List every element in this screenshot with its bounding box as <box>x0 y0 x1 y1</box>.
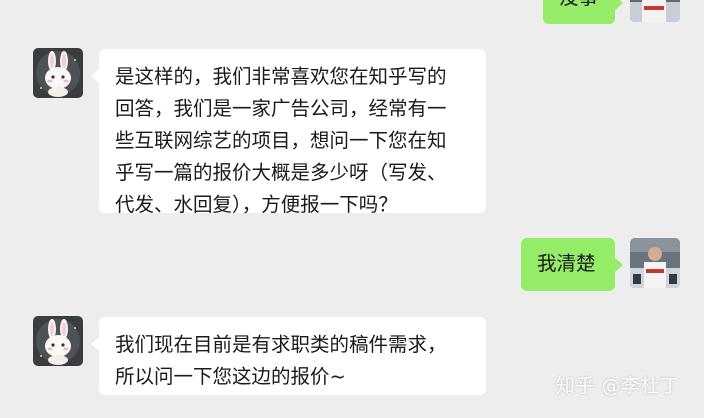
message-bubble-other[interactable]: 是这样的，我们非常喜欢您在知乎写的 回答，我们是一家广告公司，经常有一 些互联网… <box>91 49 486 216</box>
bunny-avatar-icon[interactable] <box>33 48 83 98</box>
message-bubble-self[interactable]: 没事 <box>543 0 623 24</box>
message-line: 我们现在目前是有求职类的稿件需求， <box>115 333 447 356</box>
watermark: 知乎 @李杜丁 <box>556 375 680 397</box>
message-text: 没事 <box>559 0 601 14</box>
message-line: 些互联网综艺的项目，想问一下您在知 <box>115 129 447 152</box>
message-line: 是这样的，我们非常喜欢您在知乎写的 <box>115 65 447 88</box>
message-line: 代发、水回复），方便报一下吗？ <box>115 193 398 216</box>
self-avatar-icon[interactable] <box>630 238 680 288</box>
message-bubble-self[interactable]: 我清楚 <box>521 238 623 291</box>
self-avatar-icon[interactable] <box>630 0 680 22</box>
message-text: 我清楚 <box>537 252 596 275</box>
message-bubble-other[interactable]: 我们现在目前是有求职类的稿件需求， 所以问一下您这边的报价~ <box>91 317 486 395</box>
message-line: 乎写一篇的报价大概是多少呀（写发、 <box>115 161 447 184</box>
bunny-avatar-icon[interactable] <box>33 316 83 366</box>
message-line: 回答，我们是一家广告公司，经常有一 <box>115 97 447 120</box>
message-line: 所以问一下您这边的报价~ <box>115 365 346 388</box>
